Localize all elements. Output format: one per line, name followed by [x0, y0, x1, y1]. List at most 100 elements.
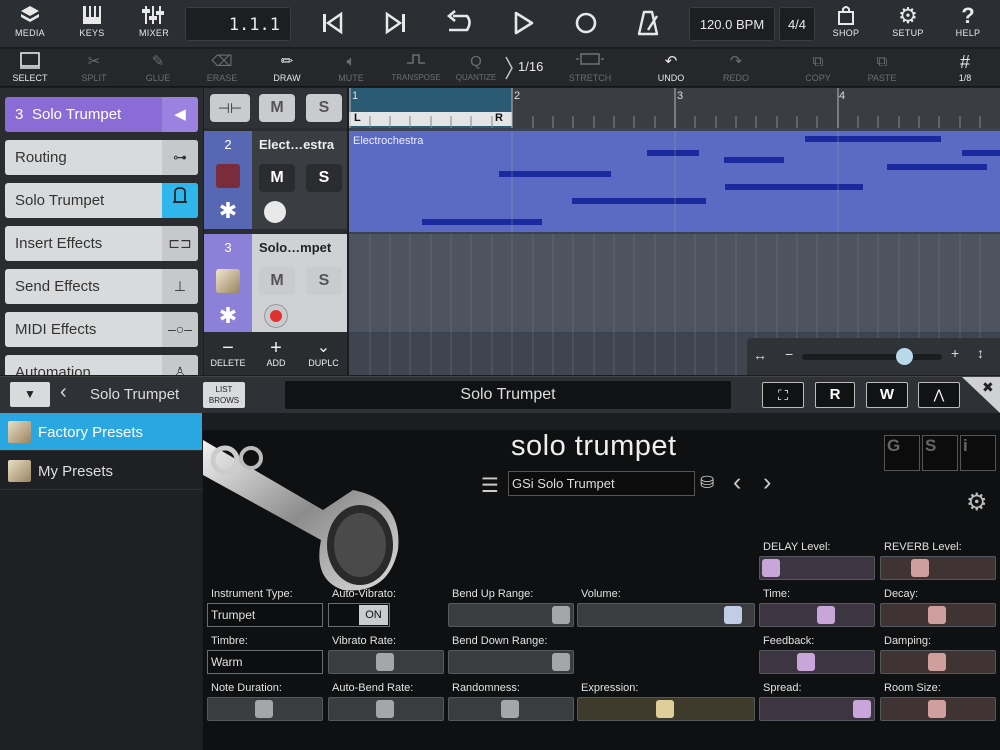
asterisk-icon[interactable]: ✱: [216, 199, 240, 223]
slider-knob[interactable]: [817, 606, 835, 624]
next-preset-icon[interactable]: ›: [763, 468, 771, 497]
tab-g[interactable]: G: [884, 435, 920, 471]
undo-button[interactable]: ↶ UNDO: [641, 51, 701, 85]
slider-knob[interactable]: [501, 700, 519, 718]
help-button[interactable]: ? HELP: [938, 4, 998, 46]
write-automation-button[interactable]: W: [866, 382, 908, 408]
quantize-value[interactable]: 1/16: [518, 59, 543, 74]
cycle-button[interactable]: [440, 8, 476, 40]
media-button[interactable]: MEDIA: [0, 4, 60, 46]
track-solo-button[interactable]: S: [306, 267, 342, 295]
signature-display[interactable]: 4/4: [779, 7, 815, 41]
slider-knob[interactable]: [928, 700, 946, 718]
arrange-view[interactable]: L R 1 2 3 4 Electrochestra ↔ − + ↕: [349, 88, 1000, 375]
quantize-tool[interactable]: Q QUANTIZE: [446, 51, 506, 85]
slider-knob[interactable]: [552, 653, 570, 671]
inspector-item-insert-effects[interactable]: Insert Effects ⊏⊐: [5, 226, 198, 261]
preset-folder-my[interactable]: My Presets: [0, 452, 202, 490]
close-corner[interactable]: [962, 377, 1000, 413]
transpose-tool[interactable]: TRANSPOSE: [386, 51, 446, 85]
instrument-type-field[interactable]: Trumpet: [207, 603, 323, 627]
inspector-item-routing[interactable]: Routing ⊶: [5, 140, 198, 175]
chevron-left-icon[interactable]: ‹: [60, 381, 67, 404]
reverb-level-slider[interactable]: [880, 556, 996, 580]
zoom-in-icon[interactable]: +: [951, 345, 959, 361]
slider-knob[interactable]: [853, 700, 871, 718]
delete-track-button[interactable]: − DELETE: [204, 338, 252, 375]
slider-knob[interactable]: [762, 559, 780, 577]
read-automation-button[interactable]: R: [815, 382, 855, 408]
inspector-item-automation[interactable]: Automation ♙: [5, 355, 198, 375]
bend-up-slider[interactable]: [448, 603, 574, 627]
grid-button[interactable]: # 1/8: [935, 51, 995, 85]
glue-tool[interactable]: ✎ GLUE: [128, 51, 188, 85]
stretch-tool[interactable]: STRETCH: [560, 51, 620, 85]
settings-gear-icon[interactable]: ⚙: [966, 488, 988, 517]
zoom-slider-knob[interactable]: [896, 348, 913, 365]
record-arm-button[interactable]: [264, 201, 286, 223]
collapse-arrow-icon[interactable]: ◀: [162, 97, 198, 132]
slider-knob[interactable]: [552, 606, 570, 624]
connections-icon[interactable]: ⋀: [918, 382, 960, 408]
tempo-display[interactable]: 120.0 BPM: [689, 7, 775, 41]
split-tool[interactable]: ✂ SPLIT: [64, 51, 124, 85]
vertical-zoom-icon[interactable]: ↕: [977, 345, 984, 361]
preset-name-field[interactable]: GSi Solo Trumpet: [508, 471, 695, 496]
slider-knob[interactable]: [928, 606, 946, 624]
auto-vibrato-toggle[interactable]: ON: [328, 603, 390, 627]
expression-slider[interactable]: [577, 697, 755, 721]
list-browse-button[interactable]: LIST BROWS: [203, 382, 245, 408]
add-track-button[interactable]: + ADD: [252, 338, 300, 375]
tab-s[interactable]: S: [922, 435, 958, 471]
record-button[interactable]: [568, 8, 604, 40]
global-solo-button[interactable]: S: [306, 94, 342, 122]
play-button[interactable]: [505, 8, 541, 40]
track-mute-button[interactable]: M: [259, 267, 295, 295]
note-duration-slider[interactable]: [207, 697, 323, 721]
copy-button[interactable]: ⧉ COPY: [788, 51, 848, 85]
preset-list-icon[interactable]: ☰: [481, 473, 499, 498]
timeline-ruler[interactable]: L R 1 2 3 4: [349, 88, 1000, 128]
decay-slider[interactable]: [880, 603, 996, 627]
horizontal-zoom-icon[interactable]: ↔: [753, 347, 767, 363]
room-size-slider[interactable]: [880, 697, 996, 721]
preset-folder-factory[interactable]: Factory Presets: [0, 413, 202, 451]
track-tools-icon[interactable]: ⊣⊢: [210, 94, 250, 122]
dropdown-toggle-icon[interactable]: ▼: [10, 382, 50, 407]
record-arm-button[interactable]: [264, 304, 288, 328]
track-solo-button[interactable]: S: [306, 164, 342, 192]
draw-tool[interactable]: ✏ DRAW: [257, 51, 317, 85]
slider-knob[interactable]: [376, 700, 394, 718]
erase-tool[interactable]: ⌫ ERASE: [192, 51, 252, 85]
feedback-slider[interactable]: [759, 650, 875, 674]
track-mute-button[interactable]: M: [259, 164, 295, 192]
damping-slider[interactable]: [880, 650, 996, 674]
paste-button[interactable]: ⧉ PASTE: [852, 51, 912, 85]
tab-i[interactable]: i: [960, 435, 996, 471]
bend-down-slider[interactable]: [448, 650, 574, 674]
asterisk-icon[interactable]: ✱: [216, 304, 240, 328]
time-slider[interactable]: [759, 603, 875, 627]
position-display[interactable]: 1.1.1: [185, 7, 291, 41]
randomness-slider[interactable]: [448, 697, 574, 721]
delay-level-slider[interactable]: [759, 556, 875, 580]
inspector-item-send-effects[interactable]: Send Effects ⊥: [5, 269, 198, 304]
slider-knob[interactable]: [376, 653, 394, 671]
zoom-slider[interactable]: [802, 348, 942, 365]
fullscreen-icon[interactable]: ⛶: [762, 382, 804, 408]
auto-bend-slider[interactable]: [328, 697, 444, 721]
rewind-button[interactable]: [314, 8, 350, 40]
slider-knob[interactable]: [928, 653, 946, 671]
slider-knob[interactable]: [797, 653, 815, 671]
global-mute-button[interactable]: M: [259, 94, 295, 122]
inspector-item-midi-effects[interactable]: MIDI Effects –○–: [5, 312, 198, 347]
mixer-button[interactable]: MIXER: [124, 4, 184, 46]
slider-knob[interactable]: [911, 559, 929, 577]
duplicate-track-button[interactable]: ⌄ DUPLC: [300, 338, 347, 375]
previous-preset-icon[interactable]: ‹: [733, 468, 741, 497]
timbre-field[interactable]: Warm: [207, 650, 323, 674]
slider-knob[interactable]: [724, 606, 742, 624]
select-tool[interactable]: SELECT: [0, 51, 60, 85]
redo-button[interactable]: ↷ REDO: [706, 51, 766, 85]
mute-tool[interactable]: 🔈︎ MUTE: [321, 51, 381, 85]
